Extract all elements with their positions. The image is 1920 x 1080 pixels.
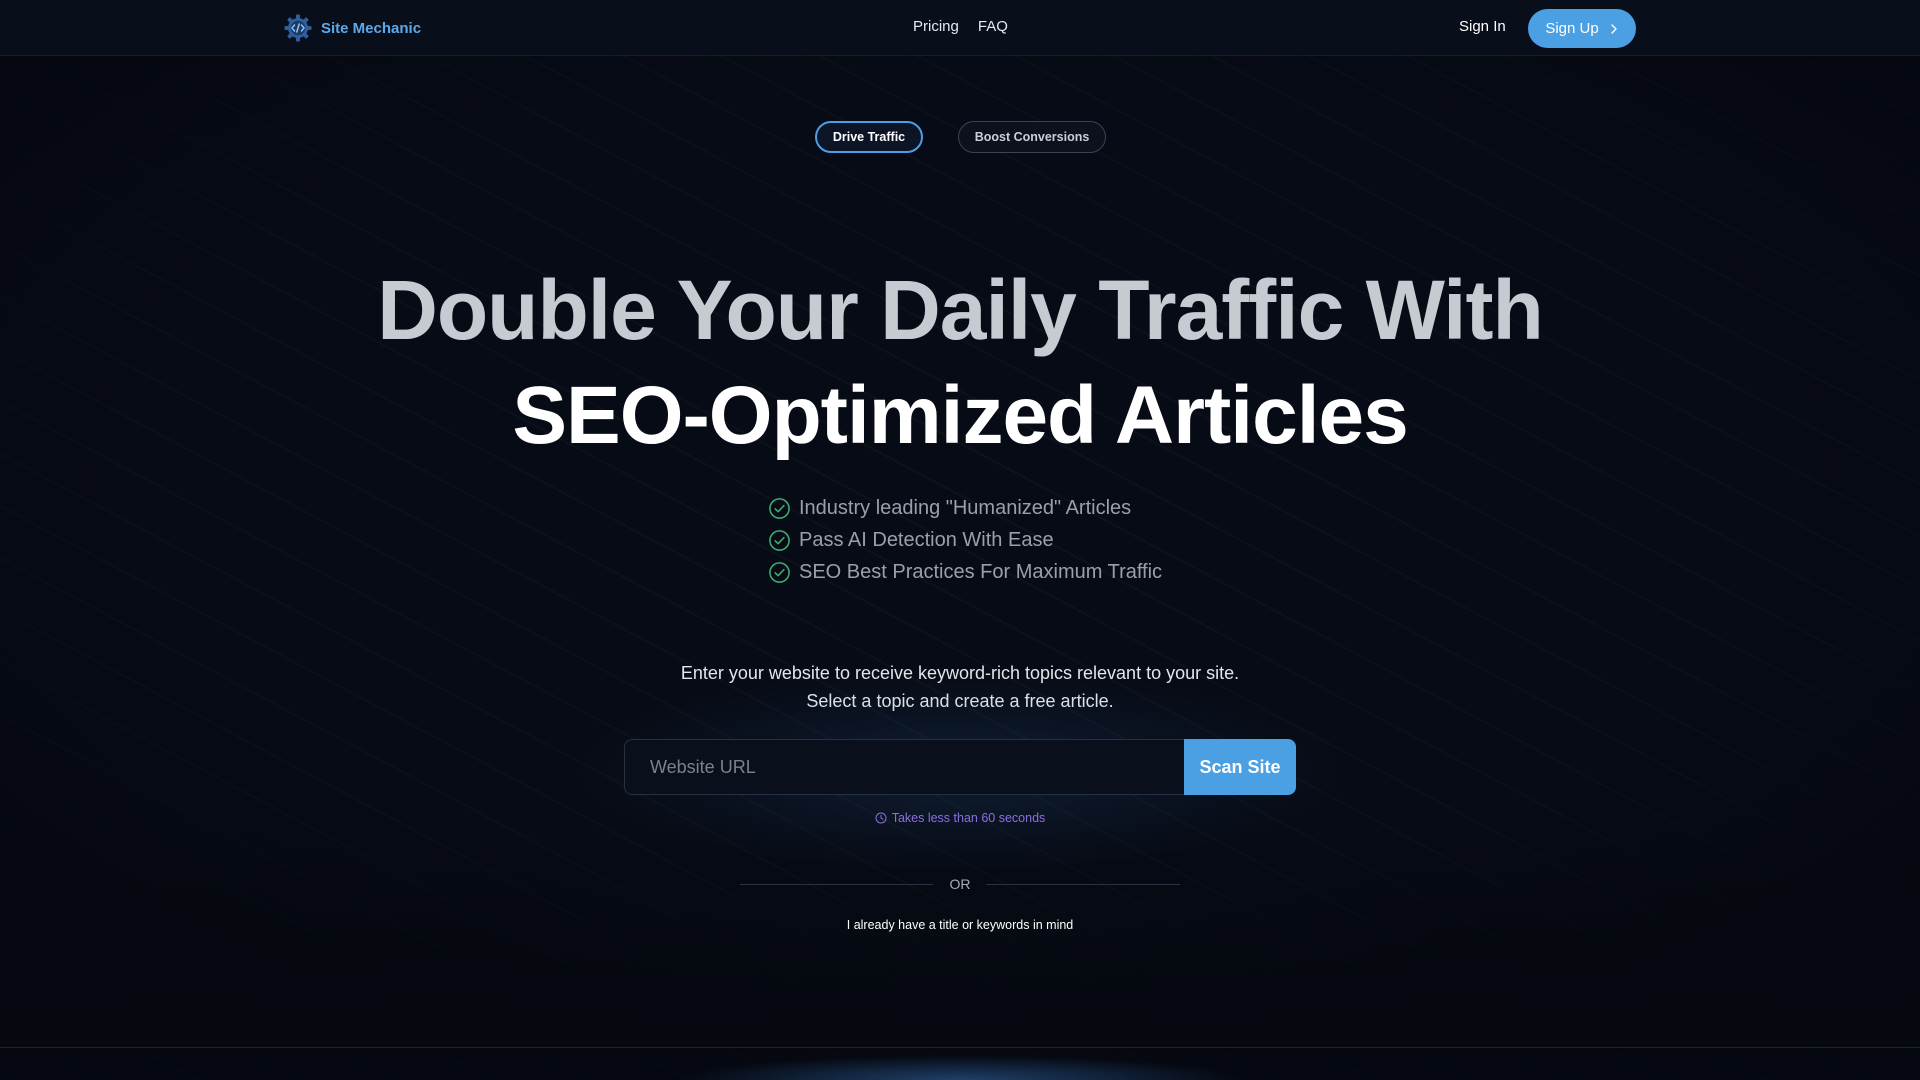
feature-text: Industry leading "Humanized" Articles (799, 497, 1132, 519)
lead-text-line-1: Enter your website to receive keyword-ri… (680, 663, 1240, 683)
nav-faq-link[interactable]: FAQ (978, 18, 1008, 35)
brand-logo-link[interactable]: Site Mechanic (283, 12, 421, 44)
headline-line-2: SEO-Optimized Articles (512, 370, 1408, 461)
or-separator: OR (949, 876, 971, 892)
lead-text-line-2: Select a topic and create a free article… (806, 691, 1114, 711)
feature-item: Industry leading "Humanized" Articles (768, 496, 1162, 521)
feature-list: Industry leading "Humanized" Articles Pa… (768, 496, 1162, 585)
have-title-link[interactable]: I already have a title or keywords in mi… (0, 918, 1920, 932)
time-hint-text: Takes less than 60 seconds (891, 811, 1046, 825)
background-bottom-fade (0, 820, 1920, 1050)
sign-up-button[interactable]: Sign Up (1528, 9, 1636, 48)
site-header: Site Mechanic Pricing FAQ Sign In Sign U… (0, 0, 1920, 56)
feature-item: SEO Best Practices For Maximum Traffic (768, 560, 1162, 585)
website-url-input[interactable] (624, 739, 1186, 795)
main-nav: Pricing FAQ (913, 18, 1008, 35)
sign-in-link[interactable]: Sign In (1459, 18, 1506, 35)
chevron-right-icon (1610, 23, 1617, 34)
check-circle-icon (769, 498, 790, 519)
time-hint: Takes less than 60 seconds (0, 811, 1920, 825)
sign-up-label: Sign Up (1545, 20, 1599, 37)
brand-name: Site Mechanic (321, 19, 422, 37)
clock-icon (875, 812, 887, 824)
nav-pricing-link[interactable]: Pricing (913, 18, 959, 35)
footer-glow (560, 1048, 1360, 1080)
gear-code-icon (284, 14, 312, 42)
feature-item: Pass AI Detection With Ease (768, 528, 1162, 553)
tab-drive-traffic[interactable]: Drive Traffic (815, 121, 923, 153)
check-circle-icon (769, 530, 790, 551)
feature-text: SEO Best Practices For Maximum Traffic (799, 561, 1163, 583)
check-circle-icon (769, 562, 790, 583)
headline-line-1: Double Your Daily Traffic With (377, 263, 1544, 357)
feature-text: Pass AI Detection With Ease (799, 529, 1054, 551)
tab-boost-conversions[interactable]: Boost Conversions (958, 121, 1106, 153)
scan-site-button[interactable]: Scan Site (1184, 739, 1296, 795)
